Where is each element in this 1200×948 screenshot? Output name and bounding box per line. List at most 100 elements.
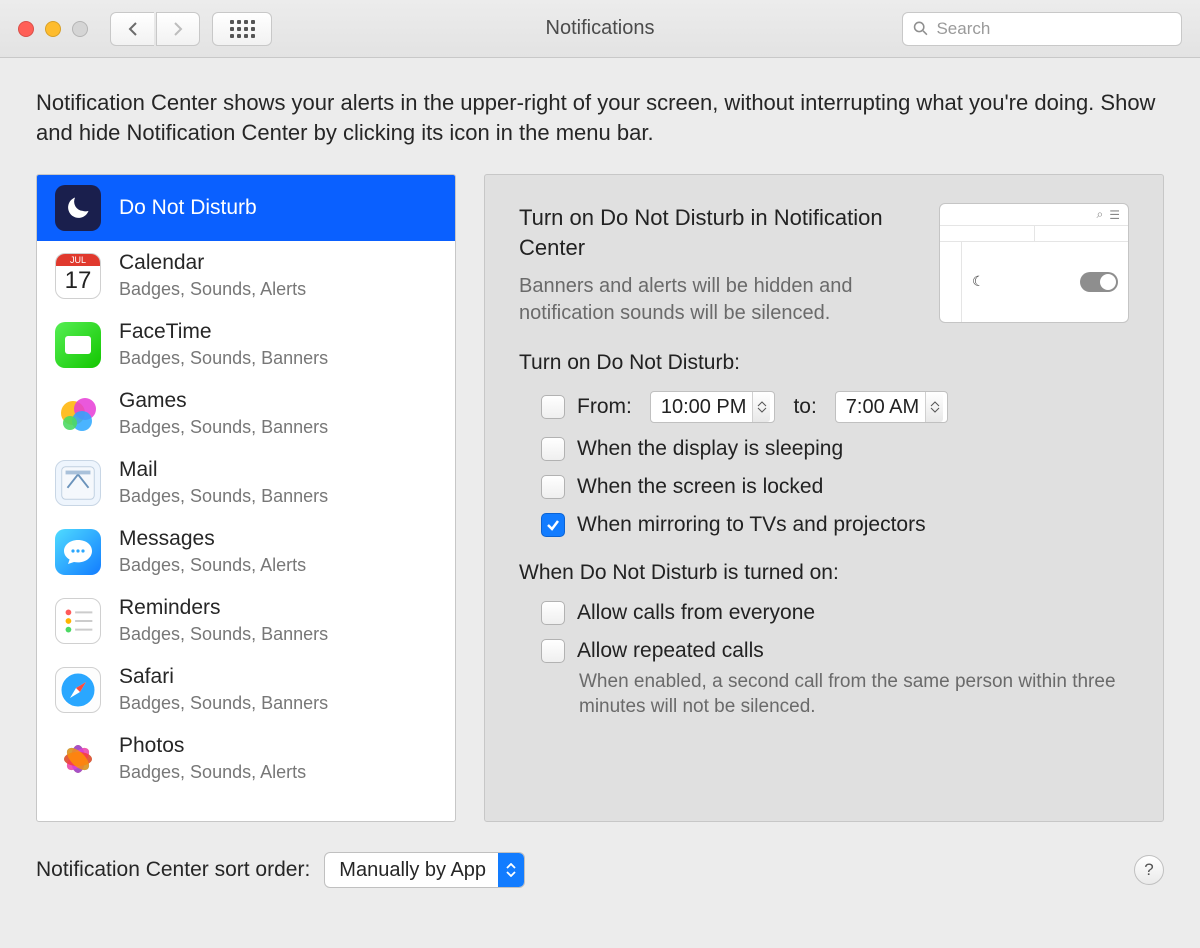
- screen-locked-row: When the screen is locked: [541, 475, 1129, 499]
- to-time-input[interactable]: 7:00 AM: [835, 391, 948, 423]
- moon-icon: ☾: [972, 273, 990, 291]
- sidebar-item-label: Messages: [119, 527, 306, 551]
- nav-buttons: [110, 12, 200, 46]
- sidebar-item-mail[interactable]: Mail Badges, Sounds, Banners: [37, 448, 455, 517]
- allow-repeated-row: Allow repeated calls: [541, 639, 1129, 663]
- turn-on-section-label: Turn on Do Not Disturb:: [519, 351, 1129, 375]
- sort-order-value: Manually by App: [339, 859, 486, 882]
- app-list[interactable]: Do Not Disturb JUL 17 Calendar Badges, S…: [36, 174, 456, 822]
- sidebar-item-sub: Badges, Sounds, Banners: [119, 348, 328, 369]
- back-button[interactable]: [110, 12, 154, 46]
- to-label: to:: [793, 395, 816, 419]
- allow-repeated-label: Allow repeated calls: [577, 639, 764, 663]
- forward-button[interactable]: [156, 12, 200, 46]
- chevron-right-icon: [172, 21, 184, 37]
- panel-header: Turn on Do Not Disturb in Notification C…: [519, 203, 1129, 327]
- moon-icon: [55, 185, 101, 231]
- when-on-section-label: When Do Not Disturb is turned on:: [519, 561, 1129, 585]
- display-sleeping-label: When the display is sleeping: [577, 437, 843, 461]
- sidebar-item-sub: Badges, Sounds, Banners: [119, 417, 328, 438]
- mirroring-label: When mirroring to TVs and projectors: [577, 513, 926, 537]
- messages-icon: [55, 529, 101, 575]
- sidebar-item-facetime[interactable]: FaceTime Badges, Sounds, Banners: [37, 310, 455, 379]
- intro-text: Notification Center shows your alerts in…: [36, 88, 1164, 148]
- content: Notification Center shows your alerts in…: [0, 58, 1200, 830]
- allow-everyone-row: Allow calls from everyone: [541, 601, 1129, 625]
- search-input[interactable]: [936, 19, 1171, 39]
- sidebar-item-label: Photos: [119, 734, 306, 758]
- sidebar-item-label: Calendar: [119, 251, 306, 275]
- from-label: From:: [577, 395, 632, 419]
- calendar-icon: JUL 17: [55, 253, 101, 299]
- reminders-icon: [55, 598, 101, 644]
- sidebar-item-sub: Badges, Sounds, Alerts: [119, 762, 306, 783]
- sidebar-item-photos[interactable]: Photos Badges, Sounds, Alerts: [37, 724, 455, 793]
- from-time-value: 10:00 PM: [661, 396, 747, 419]
- sidebar-item-label: FaceTime: [119, 320, 328, 344]
- calendar-icon-month: JUL: [56, 254, 100, 266]
- mirroring-checkbox[interactable]: [541, 513, 565, 537]
- mail-icon: [55, 460, 101, 506]
- sidebar-item-label: Do Not Disturb: [119, 196, 257, 220]
- minimize-window-button[interactable]: [45, 21, 61, 37]
- facetime-icon: [55, 322, 101, 368]
- help-button[interactable]: ?: [1134, 855, 1164, 885]
- grid-icon: [230, 20, 255, 38]
- sort-order-select[interactable]: Manually by App: [324, 852, 525, 888]
- check-icon: [545, 517, 561, 533]
- sidebar-item-calendar[interactable]: JUL 17 Calendar Badges, Sounds, Alerts: [37, 241, 455, 310]
- allow-everyone-label: Allow calls from everyone: [577, 601, 815, 625]
- sidebar-item-sub: Badges, Sounds, Banners: [119, 624, 328, 645]
- titlebar: Notifications: [0, 0, 1200, 58]
- chevron-left-icon: [127, 21, 139, 37]
- panel-heading: Turn on Do Not Disturb in Notification C…: [519, 203, 915, 263]
- panel-description: Banners and alerts will be hidden and no…: [519, 273, 915, 327]
- search-field[interactable]: [902, 12, 1182, 46]
- repeated-calls-help: When enabled, a second call from the sam…: [579, 669, 1129, 719]
- calendar-icon-day: 17: [65, 266, 92, 296]
- sidebar-item-label: Games: [119, 389, 328, 413]
- list-icon: ☰: [1109, 208, 1120, 222]
- search-icon: ⌕: [1097, 207, 1104, 222]
- stepper-icon[interactable]: [752, 392, 770, 422]
- window-controls: [18, 21, 88, 37]
- sidebar-item-sub: Badges, Sounds, Alerts: [119, 279, 306, 300]
- toggle-icon: [1080, 272, 1118, 292]
- sidebar-item-sub: Badges, Sounds, Alerts: [119, 555, 306, 576]
- safari-icon: [55, 667, 101, 713]
- footer: Notification Center sort order: Manually…: [0, 830, 1200, 908]
- allow-repeated-checkbox[interactable]: [541, 639, 565, 663]
- sidebar-item-label: Reminders: [119, 596, 328, 620]
- from-time-input[interactable]: 10:00 PM: [650, 391, 776, 423]
- sidebar-item-label: Mail: [119, 458, 328, 482]
- stepper-icon[interactable]: [925, 392, 943, 422]
- sidebar-item-reminders[interactable]: Reminders Badges, Sounds, Banners: [37, 586, 455, 655]
- sidebar-item-games[interactable]: Games Badges, Sounds, Banners: [37, 379, 455, 448]
- sidebar-item-safari[interactable]: Safari Badges, Sounds, Banners: [37, 655, 455, 724]
- search-icon: [913, 20, 928, 37]
- to-time-value: 7:00 AM: [846, 396, 919, 419]
- sidebar-item-sub: Badges, Sounds, Banners: [119, 486, 328, 507]
- from-checkbox[interactable]: [541, 395, 565, 419]
- sort-order-label: Notification Center sort order:: [36, 858, 310, 882]
- close-window-button[interactable]: [18, 21, 34, 37]
- screen-locked-label: When the screen is locked: [577, 475, 823, 499]
- sidebar-item-messages[interactable]: Messages Badges, Sounds, Alerts: [37, 517, 455, 586]
- from-time-row: From: 10:00 PM to: 7:00 AM: [541, 391, 1129, 423]
- main-row: Do Not Disturb JUL 17 Calendar Badges, S…: [36, 174, 1164, 822]
- game-center-icon: [55, 391, 101, 437]
- zoom-window-button: [72, 21, 88, 37]
- dnd-preview-thumbnail: ⌕ ☰ ☾: [939, 203, 1129, 323]
- sidebar-item-sub: Badges, Sounds, Banners: [119, 693, 328, 714]
- show-all-button[interactable]: [212, 12, 272, 46]
- display-sleeping-checkbox[interactable]: [541, 437, 565, 461]
- screen-locked-checkbox[interactable]: [541, 475, 565, 499]
- select-arrows-icon: [498, 853, 524, 887]
- mirroring-row: When mirroring to TVs and projectors: [541, 513, 1129, 537]
- photos-icon: [55, 736, 101, 782]
- settings-panel: Turn on Do Not Disturb in Notification C…: [484, 174, 1164, 822]
- allow-everyone-checkbox[interactable]: [541, 601, 565, 625]
- display-sleeping-row: When the display is sleeping: [541, 437, 1129, 461]
- sidebar-item-label: Safari: [119, 665, 328, 689]
- sidebar-item-do-not-disturb[interactable]: Do Not Disturb: [37, 175, 455, 241]
